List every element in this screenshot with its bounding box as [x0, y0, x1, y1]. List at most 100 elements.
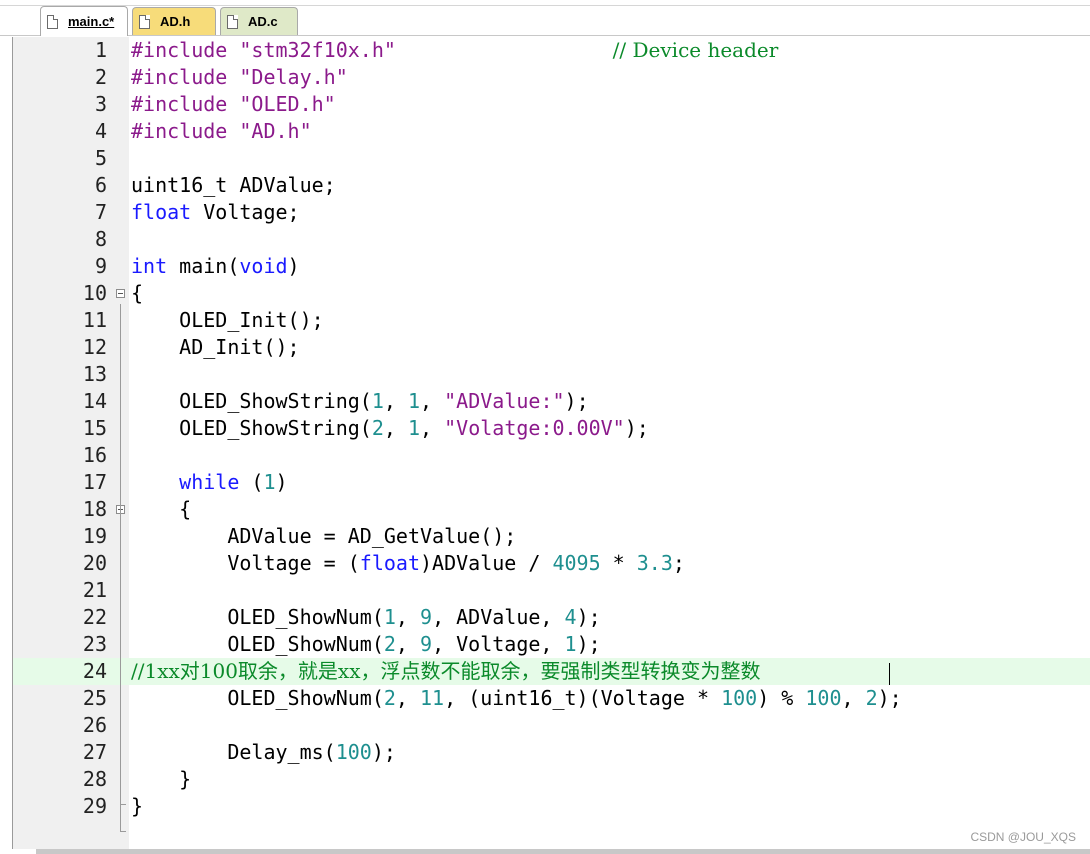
code-line[interactable]: 7 float Voltage;	[13, 199, 1090, 226]
code-token: 2	[371, 416, 384, 440]
editor-tab-bar: main.c* AD.h AD.c	[0, 0, 1090, 36]
code-token: Voltage = (	[131, 551, 360, 575]
code-line[interactable]: 20 Voltage = (float)ADValue / 4095 * 3.3…	[13, 550, 1090, 577]
code-text: ADValue = AD_GetValue();	[131, 523, 516, 550]
code-text: Voltage = (float)ADValue / 4095 * 3.3;	[131, 550, 685, 577]
code-token: 100	[805, 686, 842, 710]
code-line[interactable]: 24 //1xx对100取余，就是xx，浮点数不能取余，要强制类型转换变为整数	[13, 658, 1090, 685]
code-token: ADValue = AD_GetValue();	[131, 524, 517, 548]
code-line[interactable]: 5	[13, 145, 1090, 172]
code-token: 1	[371, 389, 384, 413]
line-number: 23	[82, 632, 107, 656]
code-token: , Voltage,	[432, 632, 565, 656]
code-line[interactable]: 8	[13, 226, 1090, 253]
code-token: ,	[395, 632, 421, 656]
code-text: OLED_Init();	[131, 307, 324, 334]
code-line[interactable]: 2 #include "Delay.h"	[13, 64, 1090, 91]
code-text: OLED_ShowString(2, 1, "Volatge:0.00V");	[131, 415, 649, 442]
code-token: 4095	[552, 551, 601, 575]
code-token: #include	[131, 119, 240, 143]
code-token: Delay_ms(	[131, 740, 336, 764]
code-line[interactable]: 10 {	[13, 280, 1090, 307]
line-number: 11	[82, 308, 107, 332]
code-line[interactable]: 6 uint16_t ADValue;	[13, 172, 1090, 199]
fold-toggle-icon[interactable]	[116, 289, 125, 298]
line-number: 18	[82, 497, 107, 521]
code-line[interactable]: 9 int main(void)	[13, 253, 1090, 280]
line-number: 26	[82, 713, 107, 737]
code-token: 1	[564, 632, 577, 656]
code-line[interactable]: 29}	[13, 793, 1090, 820]
code-text: Delay_ms(100);	[131, 739, 396, 766]
code-token: float	[131, 200, 192, 224]
code-line[interactable]: 12 AD_Init();	[13, 334, 1090, 361]
code-token: }	[131, 767, 192, 791]
code-token: OLED_ShowNum(	[131, 686, 384, 710]
code-line[interactable]: 28 }	[13, 766, 1090, 793]
code-line[interactable]: 18 {	[13, 496, 1090, 523]
code-token: *	[600, 551, 637, 575]
line-number: 17	[82, 470, 107, 494]
code-line[interactable]: 15 OLED_ShowString(2, 1, "Volatge:0.00V"…	[13, 415, 1090, 442]
code-text: OLED_ShowNum(2, 9, Voltage, 1);	[131, 631, 601, 658]
code-token: //1xx对100取余，就是xx，浮点数不能取余，要强制类型转换变为整数	[131, 659, 761, 683]
line-number: 6	[94, 173, 107, 197]
line-number: 19	[82, 524, 107, 548]
code-line[interactable]: 13	[13, 361, 1090, 388]
code-token: ,	[383, 416, 408, 440]
code-token: ,	[395, 686, 421, 710]
code-token: );	[624, 416, 649, 440]
code-text: int main(void)	[131, 253, 300, 280]
code-line[interactable]: 14 OLED_ShowString(1, 1, "ADValue:");	[13, 388, 1090, 415]
line-number: 10	[82, 281, 107, 305]
code-token: #include	[131, 92, 240, 116]
tab-label: AD.h	[160, 14, 191, 29]
code-text: OLED_ShowNum(2, 11, (uint16_t)(Voltage *…	[131, 685, 901, 712]
code-text: OLED_ShowNum(1, 9, ADValue, 4);	[131, 604, 600, 631]
fold-end-marker	[120, 831, 126, 832]
code-token: AD_Init();	[131, 335, 300, 359]
code-token: OLED_ShowString(	[131, 389, 372, 413]
code-token: 2	[865, 686, 878, 710]
line-number: 3	[94, 92, 107, 116]
tab-ad-h[interactable]: AD.h	[132, 7, 216, 35]
code-text: #include "OLED.h"	[131, 91, 336, 118]
code-line[interactable]: 23 OLED_ShowNum(2, 9, Voltage, 1);	[13, 631, 1090, 658]
code-text: float Voltage;	[131, 199, 300, 226]
code-line[interactable]: 27 Delay_ms(100);	[13, 739, 1090, 766]
code-line[interactable]: 1 #include "stm32f10x.h" // Device header	[13, 37, 1090, 64]
code-token: 100	[721, 686, 758, 710]
code-token: );	[371, 740, 396, 764]
code-text: #include "stm32f10x.h" // Device header	[131, 37, 778, 64]
code-text: uint16_t ADValue;	[131, 172, 336, 199]
code-line[interactable]: 22 OLED_ShowNum(1, 9, ADValue, 4);	[13, 604, 1090, 631]
code-token: int	[131, 254, 168, 278]
tab-main-c[interactable]: main.c*	[40, 6, 128, 36]
code-text: {	[131, 280, 143, 307]
code-token: );	[564, 389, 589, 413]
code-token: 2	[383, 632, 396, 656]
code-token: );	[576, 632, 601, 656]
code-line[interactable]: 25 OLED_ShowNum(2, 11, (uint16_t)(Voltag…	[13, 685, 1090, 712]
code-line[interactable]: 16	[13, 442, 1090, 469]
fold-guide	[120, 304, 121, 831]
code-line[interactable]: 3 #include "OLED.h"	[13, 91, 1090, 118]
code-token: "ADValue:"	[444, 389, 565, 413]
code-line[interactable]: 17 while (1)	[13, 469, 1090, 496]
code-text: {	[131, 496, 191, 523]
code-token: #include	[131, 65, 240, 89]
code-line[interactable]: 19 ADValue = AD_GetValue();	[13, 523, 1090, 550]
code-line[interactable]: 11 OLED_Init();	[13, 307, 1090, 334]
line-number: 1	[94, 38, 107, 62]
horizontal-scrollbar[interactable]	[36, 849, 1090, 854]
code-token: 2	[383, 686, 396, 710]
code-line[interactable]: 26	[13, 712, 1090, 739]
code-editor[interactable]: 1 #include "stm32f10x.h" // Device header…	[12, 37, 1090, 849]
tab-bar-divider	[0, 5, 1090, 6]
tab-label: AD.c	[248, 14, 278, 29]
tab-ad-c[interactable]: AD.c	[220, 7, 298, 35]
code-line[interactable]: 4 #include "AD.h"	[13, 118, 1090, 145]
code-token: {	[131, 497, 192, 521]
code-line[interactable]: 21	[13, 577, 1090, 604]
line-number: 4	[94, 119, 107, 143]
